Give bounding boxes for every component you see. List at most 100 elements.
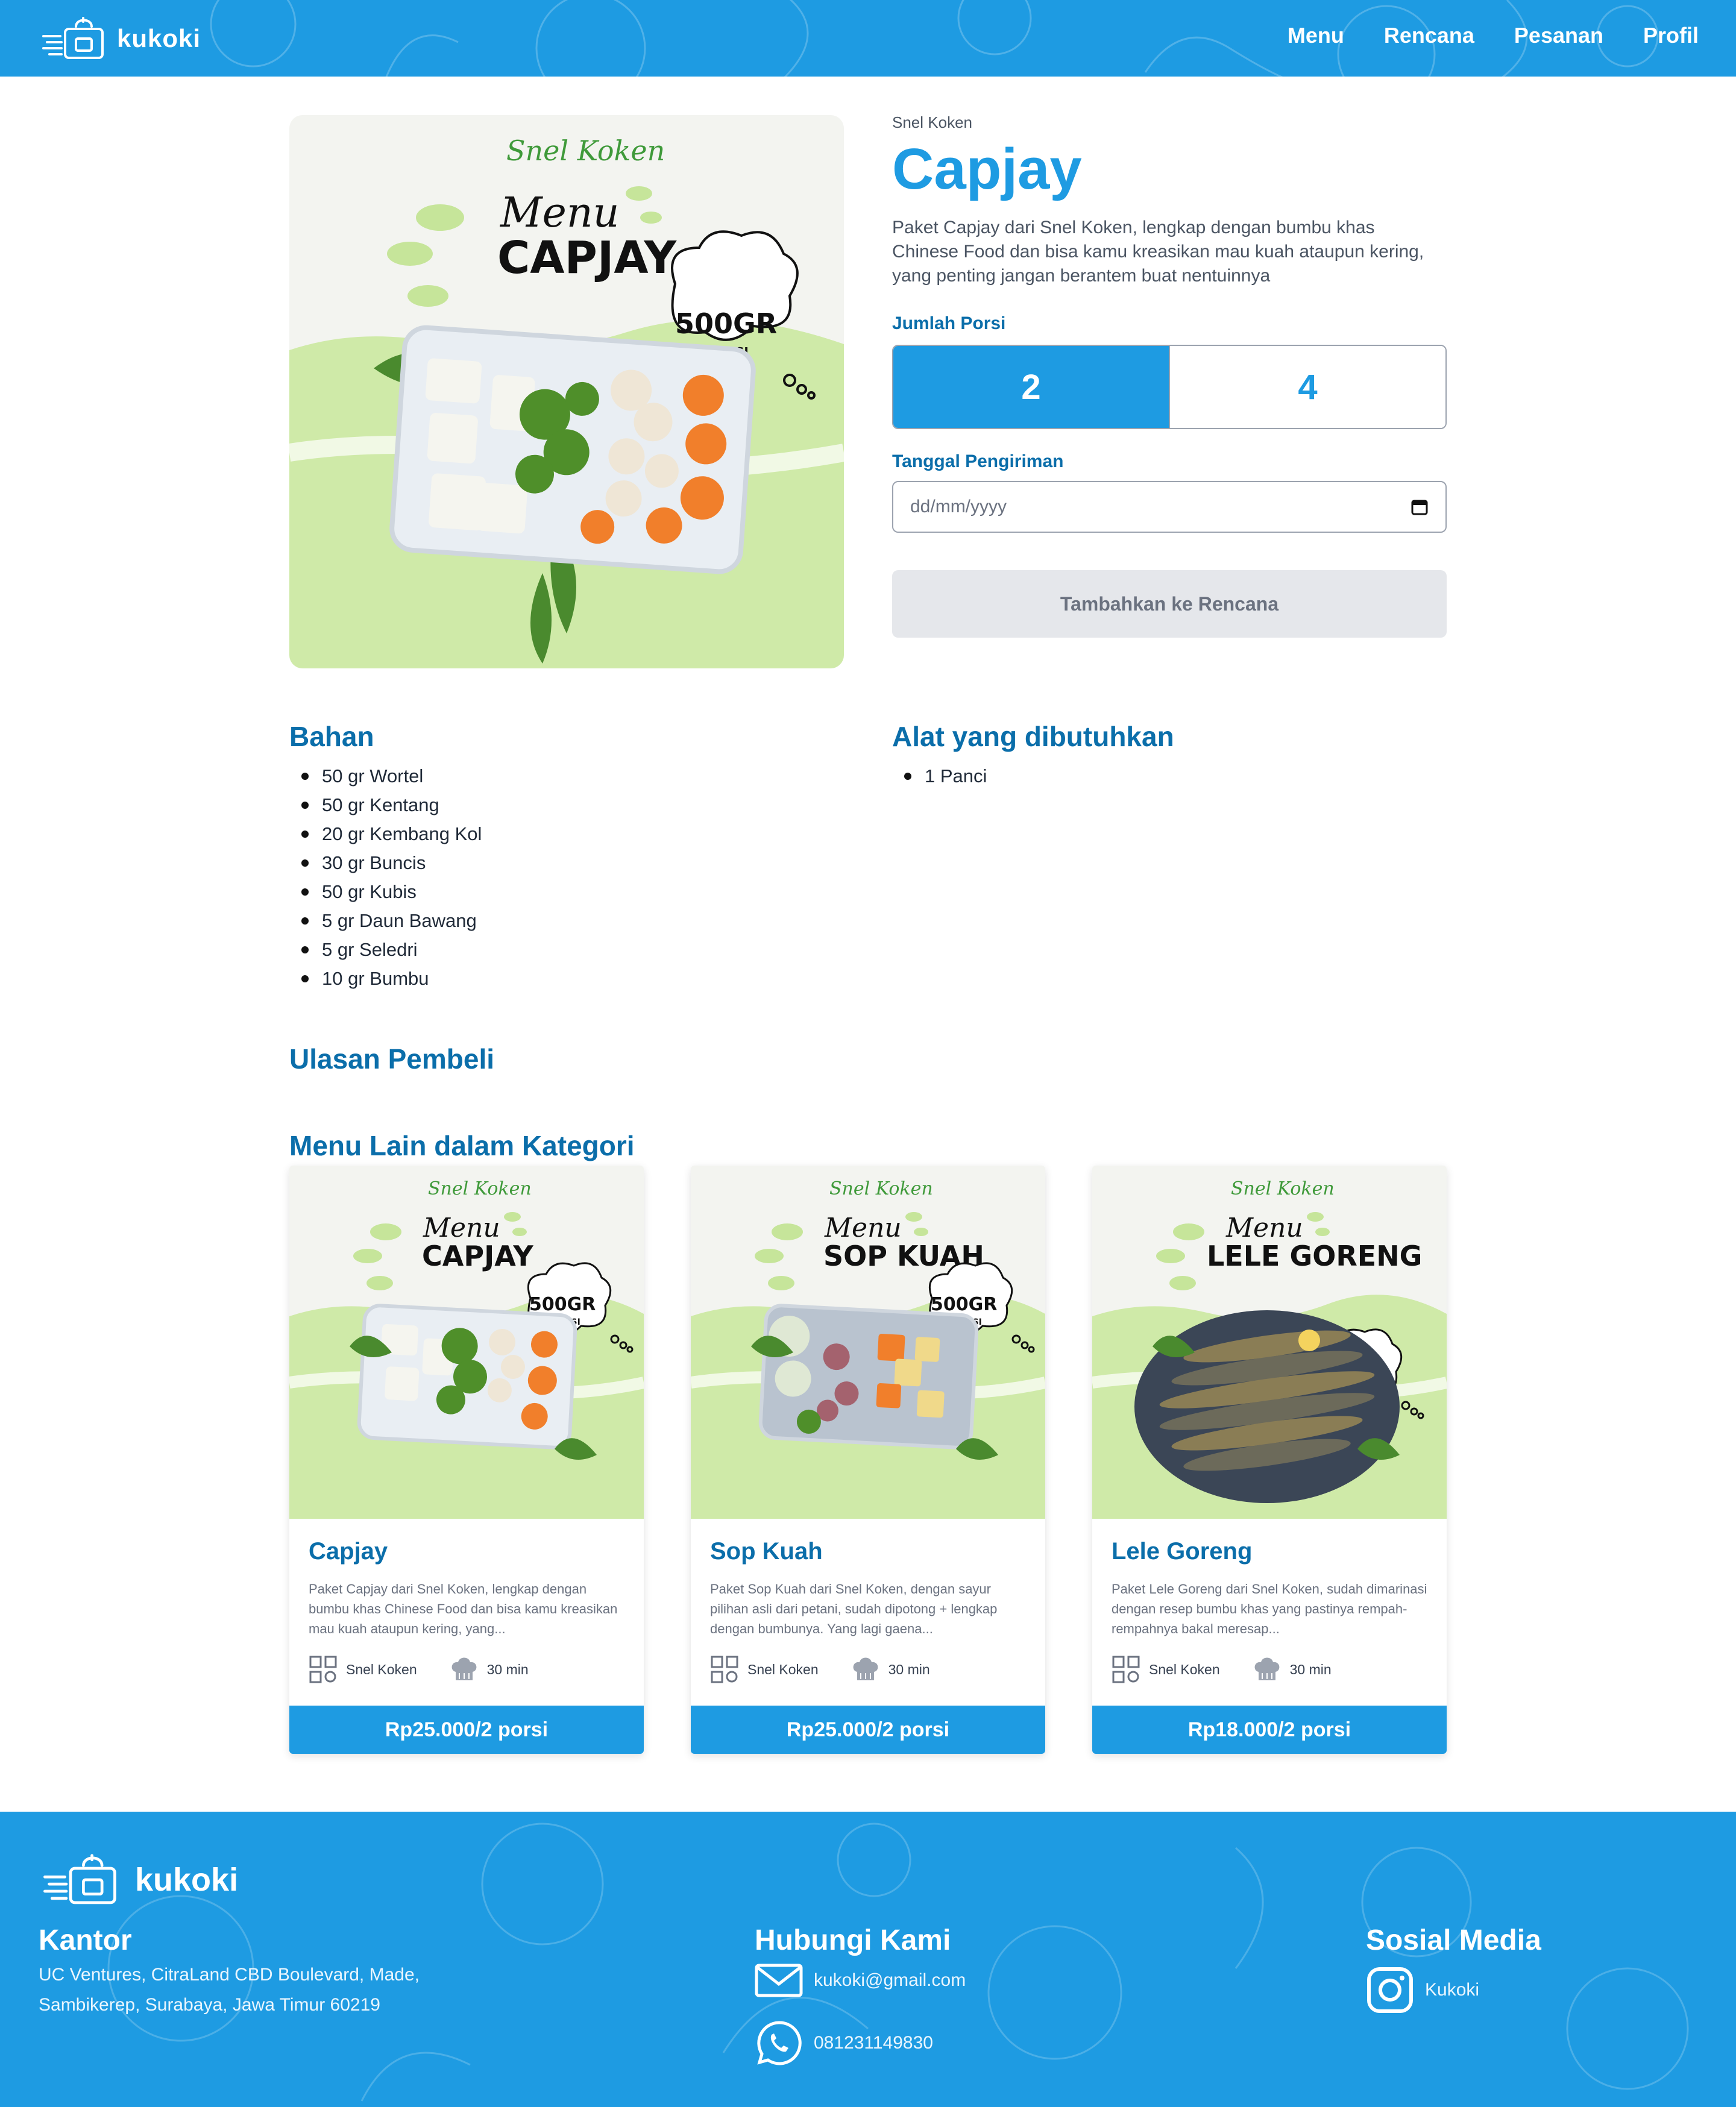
logo-icon: [43, 1854, 116, 1904]
card-image-menu-word: Menu: [423, 1213, 500, 1243]
footer-brand-name: kukoki: [135, 1862, 239, 1898]
chef-hat-icon: [451, 1657, 477, 1680]
footer: kukoki Kantor UC Ventures, CitraLand CBD…: [0, 1812, 1736, 2107]
ingredient-item: 5 gr Daun Bawang: [289, 906, 482, 935]
contact-email-text: kukoki@gmail.com: [814, 1970, 966, 1990]
office-title: Kantor: [39, 1924, 132, 1956]
menu-card-time: 30 min: [888, 1661, 930, 1677]
reviews-title: Ulasan Pembeli: [289, 1043, 495, 1075]
ingredient-item: 50 gr Kubis: [289, 878, 482, 906]
card-image-menu-name: LELE GORENG: [1207, 1240, 1422, 1272]
menu-card-price[interactable]: Rp25.000/2 porsi: [289, 1706, 644, 1754]
menu-card-seller: Snel Koken: [1149, 1661, 1220, 1677]
store-icon: [711, 1656, 738, 1683]
card-image-menu-word: Menu: [1225, 1213, 1303, 1243]
social-title: Sosial Media: [1366, 1924, 1541, 1956]
menu-card-meta: Snel Koken 30 min: [309, 1655, 529, 1684]
menu-card-image: Snel KokenMenuLELE GORENG250GR2 EKOR: [1092, 1166, 1447, 1519]
related-title: Menu Lain dalam Kategori: [289, 1130, 635, 1161]
ingredient-item: 30 gr Buncis: [289, 849, 482, 878]
nav-link-rencana[interactable]: Rencana: [1384, 23, 1474, 48]
menu-card-seller: Snel Koken: [747, 1661, 819, 1677]
social-instagram-text: Kukoki: [1425, 1980, 1480, 2000]
menu-card-description: Paket Capjay dari Snel Koken, lengkap de…: [309, 1581, 618, 1636]
mail-icon: [755, 1964, 803, 1997]
nav-link-menu[interactable]: Menu: [1288, 23, 1344, 48]
whatsapp-icon: [757, 2021, 802, 2065]
ingredient-item: 50 gr Wortel: [289, 762, 482, 791]
ingredients-title: Bahan: [289, 721, 374, 752]
product-description: Paket Capjay dari Snel Koken, lengkap de…: [892, 217, 1424, 286]
ingredient-item: 5 gr Seledri: [289, 935, 482, 964]
product-image: Snel Koken Menu CAPJAY 500GR 2 PORSI: [289, 115, 844, 668]
tools-title: Alat yang dibutuhkan: [892, 721, 1174, 752]
portion-option-4[interactable]: 4: [1169, 346, 1445, 428]
contact-phone[interactable]: 081231149830: [755, 2019, 933, 2067]
menu-card-time: 30 min: [486, 1661, 529, 1677]
instagram-icon: [1367, 1967, 1413, 2013]
brand-name: kukoki: [117, 24, 201, 52]
brand[interactable]: kukoki: [41, 16, 201, 61]
calendar-icon[interactable]: [1410, 498, 1429, 516]
office-address-line2: Sambikerep, Surabaya, Jawa Timur 60219: [39, 1995, 380, 2015]
nav-links: Menu Rencana Pesanan Profil: [1288, 23, 1699, 48]
product-image-art: Snel Koken Menu CAPJAY 500GR 2 PORSI: [289, 115, 844, 668]
menu-card-sop-kuah[interactable]: Snel KokenMenuSOP KUAH500GR2 PORSI Sop K…: [691, 1166, 1045, 1754]
image-brand: Snel Koken: [506, 134, 665, 167]
chef-hat-icon: [853, 1657, 878, 1680]
menu-card-meta: Snel Koken 30 min: [710, 1655, 930, 1684]
card-image-menu-name: CAPJAY: [422, 1240, 533, 1272]
contact-phone-text: 081231149830: [814, 2033, 933, 2053]
date-label: Tanggal Pengiriman: [892, 451, 1064, 471]
menu-card-capjay[interactable]: Snel KokenMenuCAPJAY500GR2 PORSI Capjay …: [289, 1166, 644, 1754]
menu-card-title: Sop Kuah: [710, 1538, 823, 1565]
ingredient-item: 50 gr Kentang: [289, 791, 482, 820]
contact-title: Hubungi Kami: [755, 1924, 951, 1956]
ingredient-item: 10 gr Bumbu: [289, 964, 482, 993]
chef-hat-icon: [1254, 1657, 1280, 1680]
store-icon: [1112, 1656, 1140, 1683]
tool-item: 1 Panci: [892, 762, 987, 791]
date-placeholder: dd/mm/yyyy: [910, 497, 1007, 517]
menu-card-meta: Snel Koken 30 min: [1112, 1655, 1332, 1684]
card-image-weight: 500GR: [931, 1294, 997, 1315]
image-menu-word: Menu: [499, 189, 619, 237]
menu-card-description: Paket Sop Kuah dari Snel Koken, dengan s…: [710, 1581, 998, 1636]
footer-brand[interactable]: kukoki: [40, 1853, 238, 1907]
tools-list: 1 Panci: [892, 762, 987, 791]
add-to-plan-button[interactable]: Tambahkan ke Rencana: [892, 570, 1447, 638]
ingredient-item: 20 gr Kembang Kol: [289, 820, 482, 849]
menu-card-price[interactable]: Rp18.000/2 porsi: [1092, 1706, 1447, 1754]
logo-icon: [42, 17, 104, 59]
portion-selector: 2 4: [892, 345, 1447, 429]
product-title: Capjay: [892, 137, 1082, 201]
menu-card-title: Lele Goreng: [1112, 1538, 1253, 1565]
product-detail: Snel Koken Capjay Paket Capjay dari Snel…: [892, 112, 1447, 638]
menu-card-price[interactable]: Rp25.000/2 porsi: [691, 1706, 1045, 1754]
menu-card-lele-goreng[interactable]: Snel KokenMenuLELE GORENG250GR2 EKOR Lel…: [1092, 1166, 1447, 1754]
image-weight: 500GR: [675, 307, 777, 340]
navbar: kukoki Menu Rencana Pesanan Profil: [0, 0, 1736, 77]
menu-card-image: Snel KokenMenuSOP KUAH500GR2 PORSI: [691, 1166, 1045, 1519]
card-image-weight: 500GR: [529, 1294, 596, 1315]
contact-email[interactable]: kukoki@gmail.com: [755, 1964, 966, 1997]
office-address-line1: UC Ventures, CitraLand CBD Boulevard, Ma…: [39, 1965, 420, 1985]
card-image-brand: Snel Koken: [829, 1178, 933, 1199]
menu-card-time: 30 min: [1289, 1661, 1332, 1677]
nav-link-pesanan[interactable]: Pesanan: [1514, 23, 1603, 48]
card-image-brand: Snel Koken: [1231, 1178, 1335, 1199]
nav-link-profil[interactable]: Profil: [1643, 23, 1699, 48]
menu-card-description: Paket Lele Goreng dari Snel Koken, sudah…: [1112, 1581, 1427, 1636]
menu-card-image: Snel KokenMenuCAPJAY500GR2 PORSI: [289, 1166, 644, 1519]
ingredients-list: 50 gr Wortel 50 gr Kentang 20 gr Kembang…: [289, 762, 482, 993]
portion-option-2[interactable]: 2: [893, 346, 1169, 428]
social-instagram[interactable]: Kukoki: [1366, 1966, 1479, 2014]
card-image-menu-word: Menu: [824, 1213, 902, 1243]
image-menu-name: CAPJAY: [497, 232, 678, 284]
delivery-date-input[interactable]: dd/mm/yyyy: [892, 481, 1447, 533]
store-icon: [309, 1656, 337, 1683]
card-image-brand: Snel Koken: [428, 1178, 532, 1199]
menu-card-seller: Snel Koken: [346, 1661, 417, 1677]
menu-card-title: Capjay: [309, 1538, 388, 1565]
product-seller: Snel Koken: [892, 113, 972, 131]
